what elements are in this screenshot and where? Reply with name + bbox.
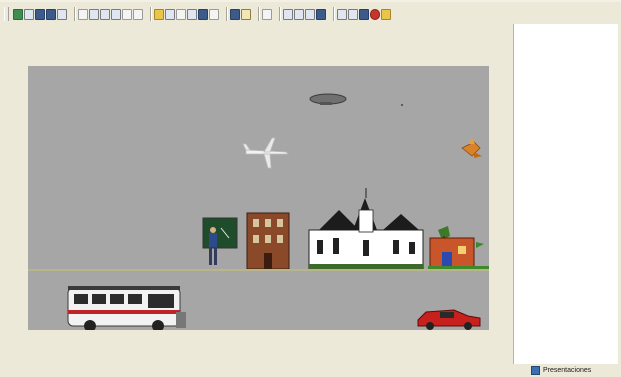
file-group	[13, 8, 68, 20]
redo-icon[interactable]	[100, 8, 110, 20]
toolbar-separator	[258, 7, 259, 21]
toolbar-grip[interactable]	[4, 7, 9, 21]
book-group	[230, 8, 252, 20]
text-icon[interactable]	[209, 8, 219, 20]
cursor-move-icon[interactable]	[337, 8, 347, 20]
insert-group	[154, 8, 220, 20]
slides-panel[interactable]	[513, 24, 618, 364]
window-top-border	[0, 0, 621, 2]
edit-group	[78, 8, 144, 20]
pointer-group	[262, 8, 273, 20]
book-icon[interactable]	[230, 8, 240, 20]
undo-icon[interactable]	[89, 8, 99, 20]
record-icon[interactable]	[359, 8, 369, 20]
pencil-icon[interactable]	[241, 8, 251, 20]
scene-drawing	[67, 93, 489, 330]
stop-icon[interactable]	[370, 8, 380, 20]
cut-icon[interactable]	[78, 8, 88, 20]
save-icon[interactable]	[35, 8, 45, 20]
frame-icon[interactable]	[176, 8, 186, 20]
bus[interactable]	[67, 286, 186, 330]
open-icon[interactable]	[24, 8, 34, 20]
toolbar-separator	[150, 7, 151, 21]
help-icon[interactable]	[381, 8, 391, 20]
airplane[interactable]	[242, 137, 289, 169]
app-window: Presentaciones	[0, 0, 621, 377]
pointer-icon[interactable]	[262, 8, 272, 20]
toolbar-separator	[333, 7, 334, 21]
delete-icon[interactable]	[133, 8, 143, 20]
main-toolbar	[0, 4, 510, 24]
house-with-tree[interactable]	[428, 226, 489, 271]
image-icon[interactable]	[165, 8, 175, 20]
toolbar-separator	[279, 7, 280, 21]
church[interactable]	[308, 188, 424, 271]
distant-bird	[401, 104, 403, 106]
toolbar-separator	[74, 7, 75, 21]
presentation-icon	[531, 366, 540, 375]
status-area	[0, 364, 513, 377]
play-icon[interactable]	[348, 8, 358, 20]
bird[interactable]	[461, 138, 482, 158]
playback-group	[337, 8, 392, 20]
print-icon[interactable]	[46, 8, 56, 20]
sound-icon[interactable]	[187, 8, 197, 20]
save-as-icon[interactable]	[57, 8, 67, 20]
hand-icon[interactable]	[154, 8, 164, 20]
ground-line	[28, 269, 489, 271]
brick-building[interactable]	[246, 212, 290, 270]
mirror-icon[interactable]	[316, 8, 326, 20]
music-icon[interactable]	[198, 8, 208, 20]
presentations-tab-label: Presentaciones	[543, 367, 592, 374]
chalkboard-teacher[interactable]	[202, 217, 238, 265]
zoom-in-icon[interactable]	[283, 8, 293, 20]
presentations-tab[interactable]: Presentaciones	[531, 364, 591, 377]
copy-icon[interactable]	[111, 8, 121, 20]
rotate-icon[interactable]	[305, 8, 315, 20]
paste-icon[interactable]	[122, 8, 132, 20]
toolbar-separator	[226, 7, 227, 21]
canvas-stage[interactable]	[28, 66, 489, 330]
transform-group	[283, 8, 327, 20]
red-car[interactable]	[417, 309, 481, 330]
airship[interactable]	[309, 93, 347, 105]
new-icon[interactable]	[13, 8, 23, 20]
zoom-out-icon[interactable]	[294, 8, 304, 20]
